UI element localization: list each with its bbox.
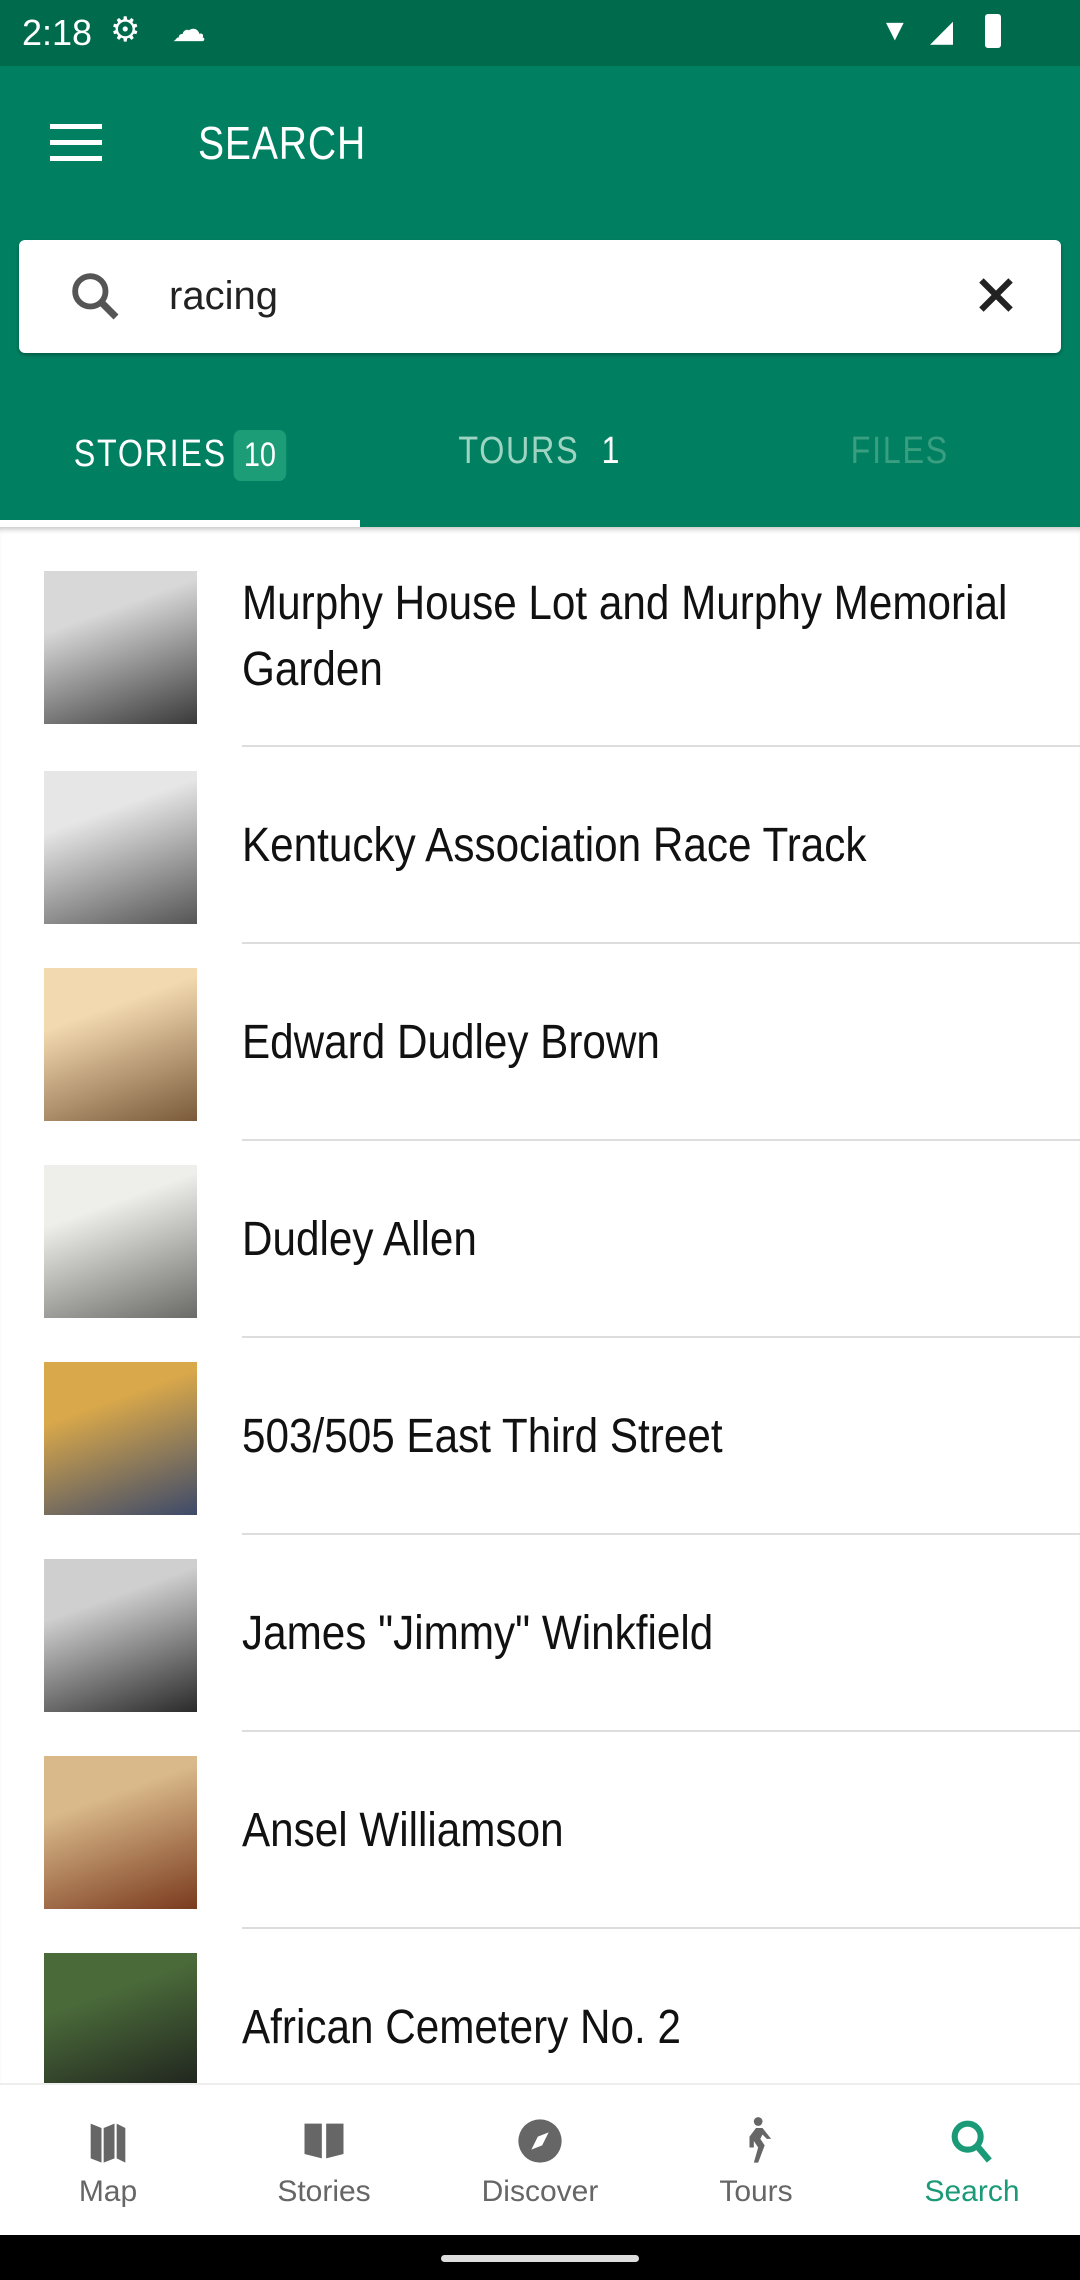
story-title: Ansel Williamson: [242, 1803, 564, 1857]
nav-search[interactable]: Search: [864, 2085, 1080, 2235]
bottom-navigation: Map Stories Discover Tours Search: [0, 2083, 1080, 2235]
book-icon: [304, 2123, 344, 2159]
list-item[interactable]: James "Jimmy" Winkfield: [0, 1535, 1080, 1732]
story-thumbnail: [44, 771, 197, 924]
tab-tours[interactable]: TOURS 1: [360, 400, 720, 527]
menu-button[interactable]: [50, 124, 102, 164]
nav-discover[interactable]: Discover: [432, 2085, 648, 2235]
app-bar: SEARCH STORIES10 TOURS 1 FILES: [0, 66, 1080, 527]
story-title: James "Jimmy" Winkfield: [242, 1606, 714, 1660]
stories-count-badge: 10: [233, 430, 287, 481]
list-item[interactable]: Dudley Allen: [0, 1141, 1080, 1338]
list-item[interactable]: 503/505 East Third Street: [0, 1338, 1080, 1535]
story-thumbnail: [44, 1165, 197, 1318]
story-thumbnail: [44, 1756, 197, 1909]
story-title: Edward Dudley Brown: [242, 1015, 660, 1069]
search-icon: [72, 273, 119, 320]
search-icon: [951, 2120, 992, 2163]
story-thumbnail: [44, 1362, 197, 1515]
page-title: SEARCH: [198, 117, 367, 169]
story-title: Murphy House Lot and Murphy Memorial Gar…: [242, 577, 1008, 696]
compass-icon: [518, 2119, 562, 2163]
nav-map[interactable]: Map: [0, 2085, 216, 2235]
nav-label: Stories: [277, 2175, 371, 2208]
search-bar: [19, 240, 1061, 353]
nav-label: Map: [78, 2175, 138, 2208]
nav-label: Discover: [481, 2175, 599, 2208]
clear-search-button[interactable]: [971, 270, 1021, 320]
tab-files[interactable]: FILES: [720, 400, 1080, 527]
nav-stories[interactable]: Stories: [216, 2085, 432, 2235]
list-item[interactable]: Ansel Williamson: [0, 1732, 1080, 1929]
tab-label: STORIES: [73, 433, 227, 475]
nav-tours[interactable]: Tours: [648, 2085, 864, 2235]
story-thumbnail: [44, 968, 197, 1121]
list-item[interactable]: African Cemetery No. 2: [0, 1929, 1080, 2083]
story-title: Kentucky Association Race Track: [242, 818, 867, 872]
story-title: Dudley Allen: [242, 1212, 477, 1266]
story-title: 503/505 East Third Street: [242, 1409, 723, 1463]
story-thumbnail: [44, 571, 197, 724]
results-list[interactable]: Murphy House Lot and Murphy Memorial Gar…: [0, 527, 1080, 2083]
list-item[interactable]: Murphy House Lot and Murphy Memorial Gar…: [0, 527, 1080, 747]
story-thumbnail: [44, 1559, 197, 1712]
tab-label: FILES: [850, 430, 950, 472]
nav-label: Search: [924, 2175, 1020, 2208]
list-item[interactable]: Edward Dudley Brown: [0, 944, 1080, 1141]
tab-stories[interactable]: STORIES 10: [0, 400, 360, 527]
nav-label: Tours: [719, 2175, 793, 2208]
result-tabs: STORIES 10 TOURS 1 FILES: [0, 400, 1080, 527]
settings-icon: ⚙: [110, 11, 141, 49]
story-thumbnail: [44, 1953, 197, 2083]
system-navigation-bar: [0, 2235, 1080, 2280]
tab-label: TOURS: [458, 430, 580, 472]
map-icon: [90, 2123, 126, 2163]
walking-icon: [749, 2117, 772, 2163]
signal-icon: ◢: [930, 15, 954, 48]
status-bar: 2:18 ⚙ ☁ ▼ ◢: [0, 0, 1080, 66]
tours-count: 1: [601, 430, 622, 472]
status-time: 2:18: [22, 12, 93, 53]
search-input[interactable]: [169, 264, 949, 328]
battery-icon: [985, 14, 1001, 48]
home-handle[interactable]: [441, 2255, 639, 2262]
wifi-icon: ▼: [880, 14, 910, 47]
cloud-icon: ☁: [172, 11, 206, 49]
list-item[interactable]: Kentucky Association Race Track: [0, 747, 1080, 944]
story-title: African Cemetery No. 2: [242, 2000, 681, 2054]
